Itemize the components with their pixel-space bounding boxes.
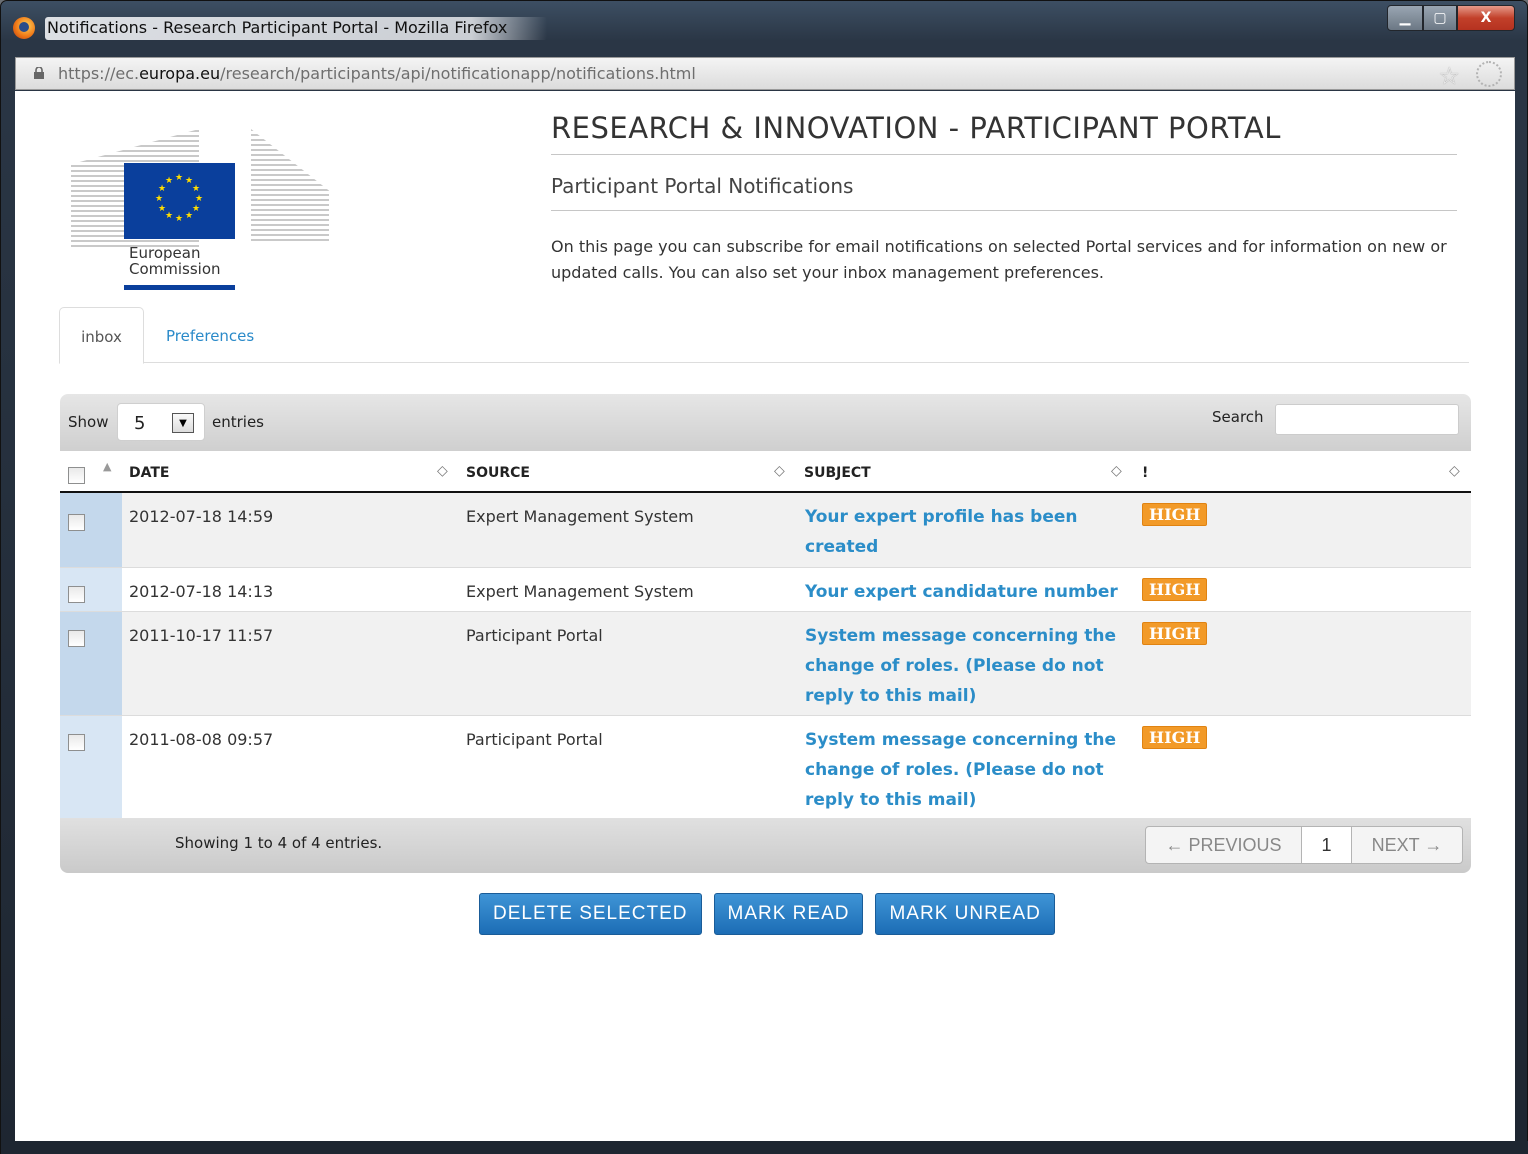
window-controls: ▁ ▢ X xyxy=(1387,5,1515,31)
page-content: ★ ★ ★ ★ ★ ★ ★ ★ ★ ★ ★ ★ European Commission RESE… xyxy=(15,91,1515,1141)
addon-icon[interactable] xyxy=(1476,61,1502,87)
action-buttons: DELETE SELECTED MARK READ MARK UNREAD xyxy=(479,893,1067,935)
column-header-source[interactable]: SOURCE xyxy=(466,465,530,481)
sort-icon[interactable]: ◇ xyxy=(774,463,785,479)
priority-badge: HIGH xyxy=(1142,578,1208,601)
table-info: Showing 1 to 4 of 4 entries. xyxy=(175,834,383,852)
svg-text:★: ★ xyxy=(155,194,163,204)
divider xyxy=(551,154,1457,155)
svg-text:★: ★ xyxy=(195,194,203,204)
select-all-checkbox[interactable] xyxy=(68,467,85,484)
svg-text:★: ★ xyxy=(175,214,183,224)
divider xyxy=(551,210,1457,211)
svg-text:★: ★ xyxy=(192,184,200,194)
page-1-button[interactable]: 1 xyxy=(1302,827,1352,863)
svg-text:★: ★ xyxy=(165,211,173,221)
row-checkbox-cell xyxy=(60,612,122,715)
row-date: 2012-07-18 14:59 xyxy=(129,507,274,526)
table-row[interactable]: 2011-08-08 09:57 Participant Portal Syst… xyxy=(60,716,1471,818)
previous-page-button[interactable]: ← PREVIOUS xyxy=(1146,827,1302,863)
svg-text:★: ★ xyxy=(175,173,183,183)
svg-text:★: ★ xyxy=(185,211,193,221)
column-header-subject[interactable]: SUBJECT xyxy=(804,465,871,481)
row-date: 2012-07-18 14:13 xyxy=(129,582,274,601)
row-checkbox[interactable] xyxy=(68,586,85,603)
next-page-button[interactable]: NEXT → xyxy=(1352,827,1462,863)
firefox-icon xyxy=(13,17,35,39)
mark-read-button[interactable]: MARK READ xyxy=(713,893,864,935)
lock-icon xyxy=(34,67,44,79)
table-row[interactable]: 2011-10-17 11:57 Participant Portal Syst… xyxy=(60,612,1471,716)
priority-badge: HIGH xyxy=(1142,726,1208,749)
minimize-button[interactable]: ▁ xyxy=(1387,5,1423,31)
logo-underline xyxy=(124,285,235,290)
column-header-date[interactable]: DATE xyxy=(129,465,169,481)
table-row[interactable]: 2012-07-18 14:13 Expert Management Syste… xyxy=(60,568,1471,612)
page-subtitle: Participant Portal Notifications xyxy=(551,174,854,198)
svg-text:★: ★ xyxy=(158,204,166,214)
table-footer: Showing 1 to 4 of 4 entries. ← PREVIOUS … xyxy=(60,818,1471,873)
row-checkbox[interactable] xyxy=(68,630,85,647)
european-commission-logo[interactable]: ★ ★ ★ ★ ★ ★ ★ ★ ★ ★ ★ ★ European Commission xyxy=(69,111,331,291)
priority-badge: HIGH xyxy=(1142,622,1208,645)
row-checkbox[interactable] xyxy=(68,734,85,751)
notifications-table: Show 5 ▼ entries Search ▲ DATE ◇ SOURCE … xyxy=(60,394,1471,873)
row-date: 2011-10-17 11:57 xyxy=(129,626,274,645)
delete-selected-button[interactable]: DELETE SELECTED xyxy=(479,893,702,935)
address-bar[interactable]: https://ec.europa.eu/research/participan… xyxy=(15,57,1515,90)
logo-building-right xyxy=(251,129,329,241)
eu-flag-icon: ★ ★★ ★★★ ★★★ ★★★ xyxy=(124,163,235,239)
sort-icon[interactable]: ◇ xyxy=(437,463,448,479)
row-subject-link[interactable]: Your expert candidature number xyxy=(805,577,1145,607)
row-checkbox[interactable] xyxy=(68,514,85,531)
table-row[interactable]: 2012-07-18 14:59 Expert Management Syste… xyxy=(60,493,1471,568)
title-bar: Notifications - Research Participant Por… xyxy=(1,1,1527,57)
table-toolbar: Show 5 ▼ entries Search xyxy=(60,394,1471,451)
row-source: Expert Management System xyxy=(466,507,694,526)
sort-asc-icon: ▲ xyxy=(103,460,112,473)
bookmark-star-icon[interactable]: ☆ xyxy=(1438,62,1460,90)
intro-text: On this page you can subscribe for email… xyxy=(551,237,1447,282)
column-header-priority[interactable]: ! xyxy=(1142,465,1148,481)
svg-text:★: ★ xyxy=(165,176,173,186)
tab-bar: inbox Preferences xyxy=(59,307,1469,364)
svg-text:★: ★ xyxy=(192,204,200,214)
row-source: Participant Portal xyxy=(466,730,603,749)
row-date: 2011-08-08 09:57 xyxy=(129,730,274,749)
mark-unread-button[interactable]: MARK UNREAD xyxy=(875,893,1055,935)
maximize-button[interactable]: ▢ xyxy=(1423,5,1457,31)
page-length-select[interactable]: 5 ▼ xyxy=(117,403,205,441)
show-label: Show xyxy=(68,413,109,431)
chevron-down-icon[interactable]: ▼ xyxy=(172,413,194,433)
url-text: https://ec.europa.eu/research/participan… xyxy=(58,64,696,83)
row-subject-link[interactable]: Your expert profile has been created xyxy=(805,502,1135,562)
close-button[interactable]: X xyxy=(1457,5,1515,31)
tab-preferences[interactable]: Preferences xyxy=(166,307,254,364)
row-source: Expert Management System xyxy=(466,582,694,601)
page-length-value: 5 xyxy=(134,413,146,434)
row-source: Participant Portal xyxy=(466,626,603,645)
row-subject-link[interactable]: System message concerning the change of … xyxy=(805,621,1135,711)
sort-icon[interactable]: ◇ xyxy=(1449,463,1460,479)
row-checkbox-cell xyxy=(60,716,122,818)
search-input[interactable] xyxy=(1275,404,1459,435)
page-title: RESEARCH & INNOVATION - PARTICIPANT PORT… xyxy=(551,111,1281,145)
sort-icon[interactable]: ◇ xyxy=(1111,463,1122,479)
search-label: Search xyxy=(1212,408,1264,426)
tab-inbox[interactable]: inbox xyxy=(59,307,144,364)
window-bottom-frame xyxy=(1,1141,1528,1154)
logo-text: European Commission xyxy=(129,244,221,278)
row-subject-link[interactable]: System message concerning the change of … xyxy=(805,725,1135,815)
table-header: ▲ DATE ◇ SOURCE ◇ SUBJECT ◇ ! ◇ xyxy=(60,451,1471,493)
priority-badge: HIGH xyxy=(1142,503,1208,526)
pagination: ← PREVIOUS 1 NEXT → xyxy=(1145,826,1463,864)
entries-label: entries xyxy=(212,413,264,431)
browser-window: Notifications - Research Participant Por… xyxy=(0,0,1528,1154)
window-title: Notifications - Research Participant Por… xyxy=(45,17,548,40)
